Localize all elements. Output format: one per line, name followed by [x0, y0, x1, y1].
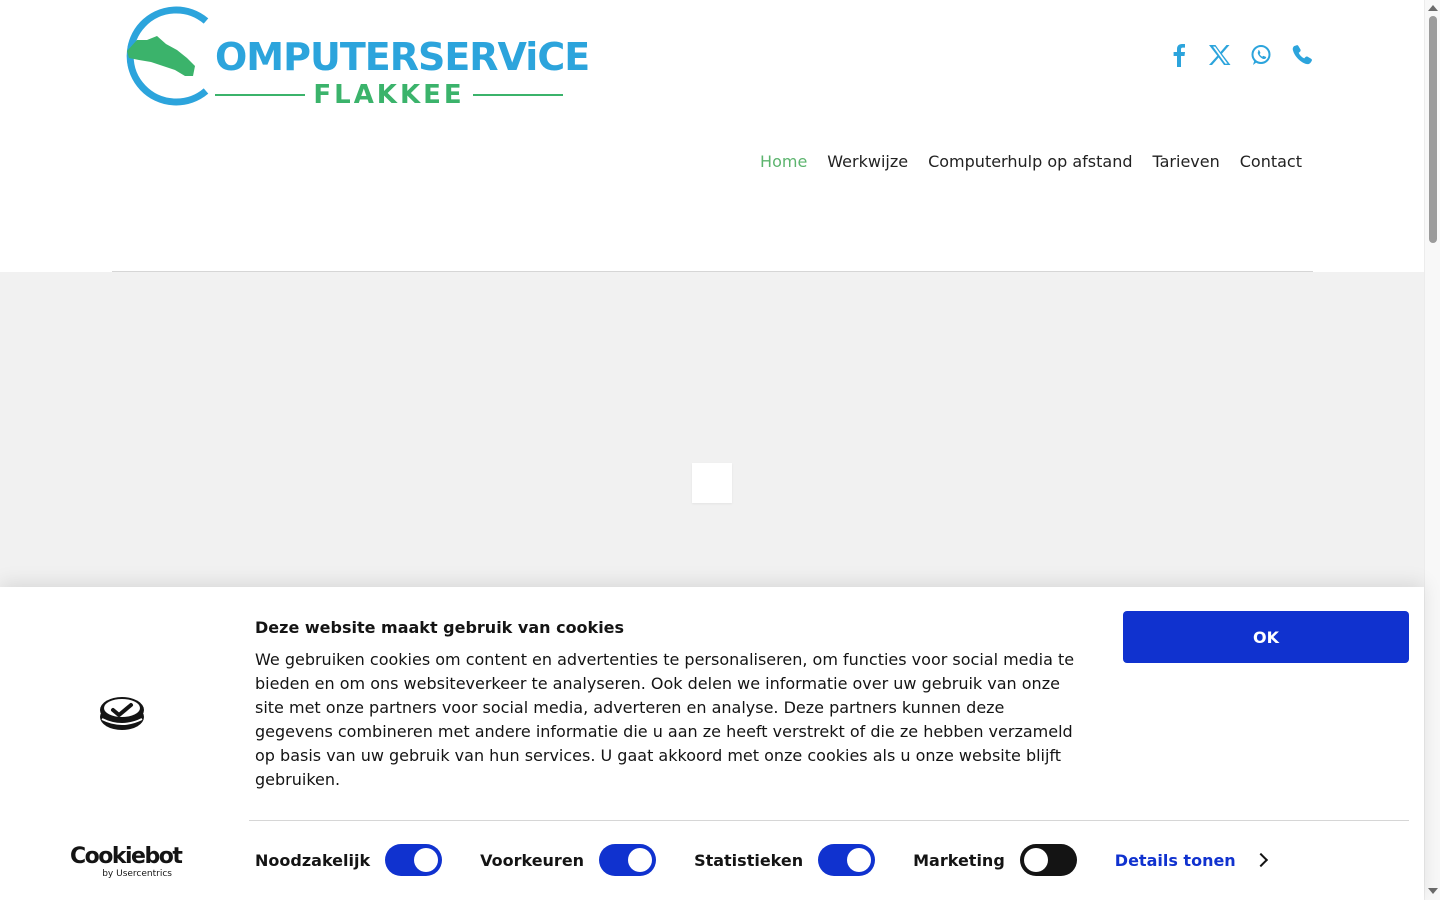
details-label: Details tonen: [1114, 850, 1236, 870]
cookiebot-logo-icon: [99, 695, 145, 735]
logo-wordmark: OMPUTERSERViCE: [215, 35, 590, 79]
toggle-statistieken-label: Statistieken: [694, 850, 804, 870]
cookiebot-byline: by Usercentrics: [102, 869, 172, 879]
nav-tarieven[interactable]: Tarieven: [1153, 150, 1220, 174]
whatsapp-icon[interactable]: [1246, 40, 1275, 69]
hero-slider-area: [0, 272, 1424, 612]
toggle-statistieken[interactable]: [818, 844, 876, 876]
cookiebot-wordmark: Cookiebot: [70, 844, 183, 869]
toggle-noodzakelijk[interactable]: [385, 844, 443, 876]
page-scrollbar[interactable]: [1424, 0, 1440, 900]
scroll-up-arrow-icon[interactable]: [1428, 5, 1438, 11]
details-toggle-link[interactable]: Details tonen: [1114, 850, 1268, 870]
nav-computerhulp-op-afstand[interactable]: Computerhulp op afstand: [928, 150, 1132, 174]
cookie-title: Deze website maakt gebruik van cookies: [255, 618, 625, 637]
cookiebot-brand[interactable]: Cookiebot by Usercentrics: [70, 844, 183, 880]
chevron-right-icon: [1253, 852, 1268, 868]
loading-spinner: [692, 463, 732, 503]
toggle-marketing-group: Marketing: [913, 844, 1077, 876]
logo-subtitle: FLAKKEE: [215, 80, 563, 110]
site-logo[interactable]: OMPUTERSERViCE FLAKKEE: [111, 6, 590, 110]
cookie-toggles: Noodzakelijk Voorkeuren Statistieken Mar…: [255, 844, 1268, 876]
nav-werkwijze[interactable]: Werkwijze: [827, 150, 908, 174]
main-nav: Home Werkwijze Computerhulp op afstand T…: [760, 150, 1302, 174]
scrollbar-thumb[interactable]: [1429, 16, 1437, 243]
logo-c-globe-icon: [126, 6, 209, 106]
nav-contact[interactable]: Contact: [1240, 150, 1302, 174]
cookie-description: We gebruiken cookies om content en adver…: [255, 650, 1075, 789]
cookie-ok-button[interactable]: OK: [1123, 611, 1409, 663]
nav-home[interactable]: Home: [760, 150, 807, 174]
toggle-marketing-label: Marketing: [913, 850, 1005, 870]
toggle-marketing[interactable]: [1019, 844, 1077, 876]
cookie-divider: [249, 820, 1409, 821]
toggle-statistieken-group: Statistieken: [694, 844, 876, 876]
toggle-voorkeuren-label: Voorkeuren: [480, 850, 585, 870]
social-links: [1164, 40, 1316, 69]
phone-icon[interactable]: [1287, 40, 1316, 69]
toggle-noodzakelijk-label: Noodzakelijk: [255, 850, 371, 870]
facebook-icon[interactable]: [1164, 40, 1193, 69]
logo-subtitle-text: FLAKKEE: [313, 80, 465, 110]
toggle-noodzakelijk-group: Noodzakelijk: [255, 844, 443, 876]
cookie-consent-banner: Cookiebot by Usercentrics Deze website m…: [0, 587, 1424, 900]
toggle-voorkeuren-group: Voorkeuren: [480, 844, 657, 876]
x-icon[interactable]: [1205, 40, 1234, 69]
scroll-down-arrow-icon[interactable]: [1428, 888, 1438, 894]
toggle-voorkeuren[interactable]: [599, 844, 657, 876]
